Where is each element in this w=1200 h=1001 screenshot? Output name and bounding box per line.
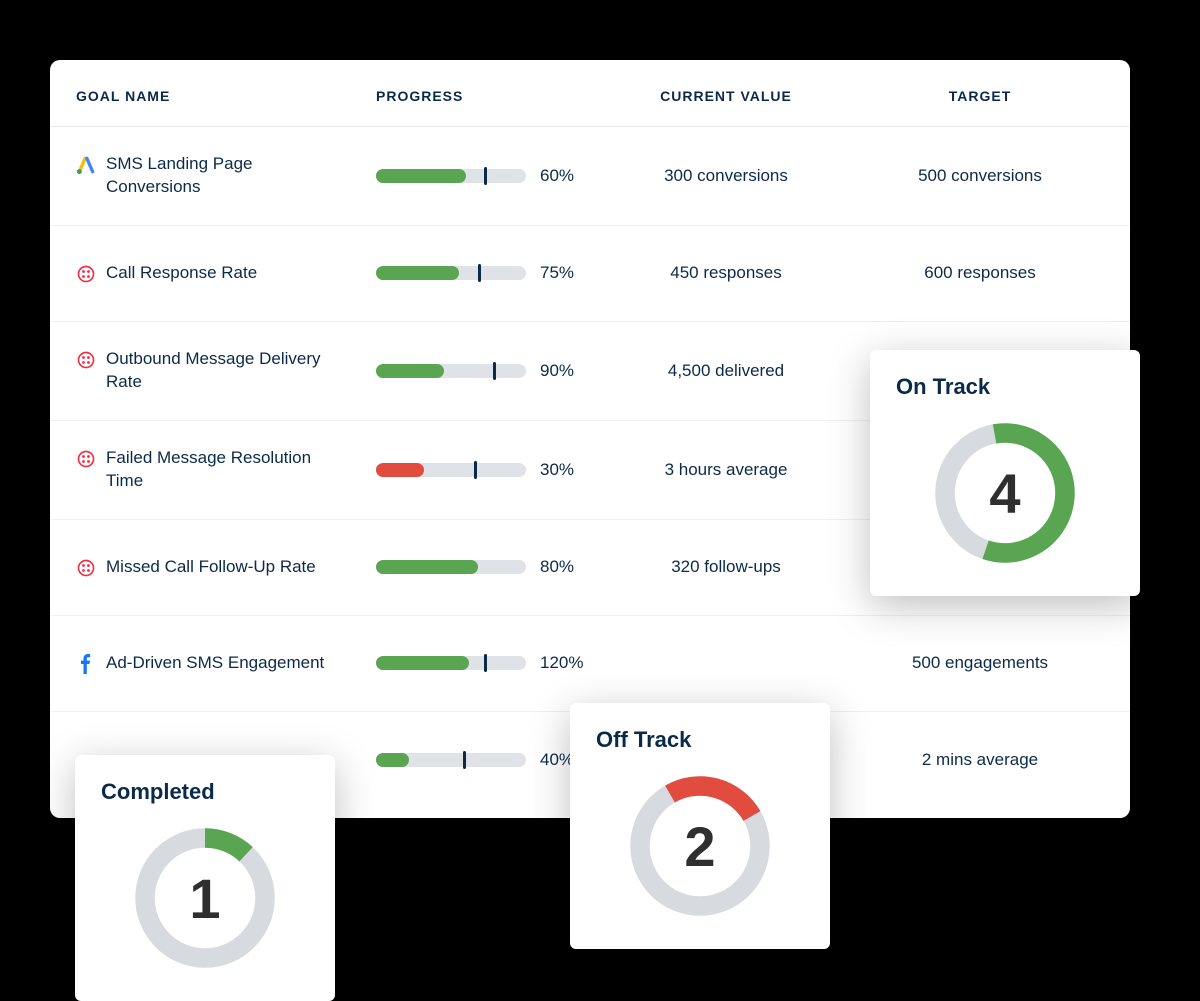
- progress-fill: [376, 364, 444, 378]
- donut-completed: 1: [130, 823, 280, 973]
- progress-marker: [463, 751, 466, 769]
- current-value: 450 responses: [596, 263, 856, 283]
- progress-marker: [484, 654, 487, 672]
- goal-name-text: Missed Call Follow-Up Rate: [106, 556, 316, 579]
- target-value: 2 mins average: [856, 750, 1104, 770]
- target-value: 600 responses: [856, 263, 1104, 283]
- progress-bar: [376, 169, 526, 183]
- goal-name-cell: Outbound Message Delivery Rate: [76, 348, 376, 394]
- current-value: 320 follow-ups: [596, 557, 856, 577]
- progress-fill: [376, 169, 466, 183]
- goal-name-cell: Ad-Driven SMS Engagement: [76, 652, 376, 675]
- summary-title: Off Track: [596, 727, 804, 753]
- summary-title: Completed: [101, 779, 309, 805]
- donut-value: 4: [930, 418, 1080, 568]
- twilio-icon: [76, 449, 96, 469]
- col-current: CURRENT VALUE: [596, 88, 856, 104]
- progress-percent: 30%: [540, 460, 574, 480]
- progress-bar: [376, 463, 526, 477]
- facebook-icon: [76, 654, 96, 674]
- table-row[interactable]: SMS Landing Page Conversions 60% 300 conve…: [50, 127, 1130, 226]
- twilio-icon: [76, 558, 96, 578]
- progress-cell: 80%: [376, 557, 596, 577]
- progress-marker: [474, 461, 477, 479]
- progress-bar: [376, 656, 526, 670]
- twilio-icon: [76, 264, 96, 284]
- progress-percent: 40%: [540, 750, 574, 770]
- progress-fill: [376, 753, 409, 767]
- col-target: TARGET: [856, 88, 1104, 104]
- twilio-icon: [76, 350, 96, 370]
- progress-cell: 75%: [376, 263, 596, 283]
- summary-card-offtrack[interactable]: Off Track 2: [570, 703, 830, 949]
- current-value: 4,500 delivered: [596, 361, 856, 381]
- goal-name-cell: SMS Landing Page Conversions: [76, 153, 376, 199]
- target-value: 500 conversions: [856, 166, 1104, 186]
- table-row[interactable]: Call Response Rate 75% 450 responses600 re…: [50, 226, 1130, 322]
- progress-marker: [478, 264, 481, 282]
- google-ads-icon: [76, 155, 96, 175]
- goal-name-text: Call Response Rate: [106, 262, 257, 285]
- goal-name-cell: Missed Call Follow-Up Rate: [76, 556, 376, 579]
- table-row[interactable]: Ad-Driven SMS Engagement 120% 500 engageme…: [50, 616, 1130, 712]
- progress-percent: 60%: [540, 166, 574, 186]
- col-goal-name: GOAL NAME: [76, 88, 376, 104]
- donut-value: 2: [625, 771, 775, 921]
- col-progress: PROGRESS: [376, 88, 596, 104]
- progress-fill: [376, 656, 469, 670]
- progress-cell: 90%: [376, 361, 596, 381]
- donut-offtrack: 2: [625, 771, 775, 921]
- donut-wrap: 1: [101, 823, 309, 973]
- progress-percent: 90%: [540, 361, 574, 381]
- donut-wrap: 4: [896, 418, 1114, 568]
- goal-name-cell: Call Response Rate: [76, 262, 376, 285]
- progress-percent: 120%: [540, 653, 583, 673]
- summary-card-ontrack[interactable]: On Track 4: [870, 350, 1140, 596]
- progress-fill: [376, 560, 478, 574]
- summary-title: On Track: [896, 374, 1114, 400]
- progress-fill: [376, 463, 424, 477]
- progress-marker: [484, 167, 487, 185]
- current-value: 300 conversions: [596, 166, 856, 186]
- progress-fill: [376, 266, 459, 280]
- progress-percent: 75%: [540, 263, 574, 283]
- donut-wrap: 2: [596, 771, 804, 921]
- progress-bar: [376, 560, 526, 574]
- progress-bar: [376, 364, 526, 378]
- progress-bar: [376, 266, 526, 280]
- goal-name-cell: Failed Message Resolution Time: [76, 447, 376, 493]
- current-value: 3 hours average: [596, 460, 856, 480]
- goal-name-text: SMS Landing Page Conversions: [106, 153, 336, 199]
- donut-value: 1: [130, 823, 280, 973]
- goal-name-text: Outbound Message Delivery Rate: [106, 348, 336, 394]
- goal-name-text: Failed Message Resolution Time: [106, 447, 336, 493]
- progress-marker: [493, 362, 496, 380]
- progress-cell: 120%: [376, 653, 596, 673]
- goal-name-text: Ad-Driven SMS Engagement: [106, 652, 324, 675]
- progress-cell: 60%: [376, 166, 596, 186]
- table-header: GOAL NAME PROGRESS CURRENT VALUE TARGET: [50, 60, 1130, 127]
- progress-cell: 30%: [376, 460, 596, 480]
- progress-percent: 80%: [540, 557, 574, 577]
- progress-bar: [376, 753, 526, 767]
- summary-card-completed[interactable]: Completed 1: [75, 755, 335, 1001]
- donut-ontrack: 4: [930, 418, 1080, 568]
- target-value: 500 engagements: [856, 653, 1104, 673]
- progress-cell: 40%: [376, 750, 596, 770]
